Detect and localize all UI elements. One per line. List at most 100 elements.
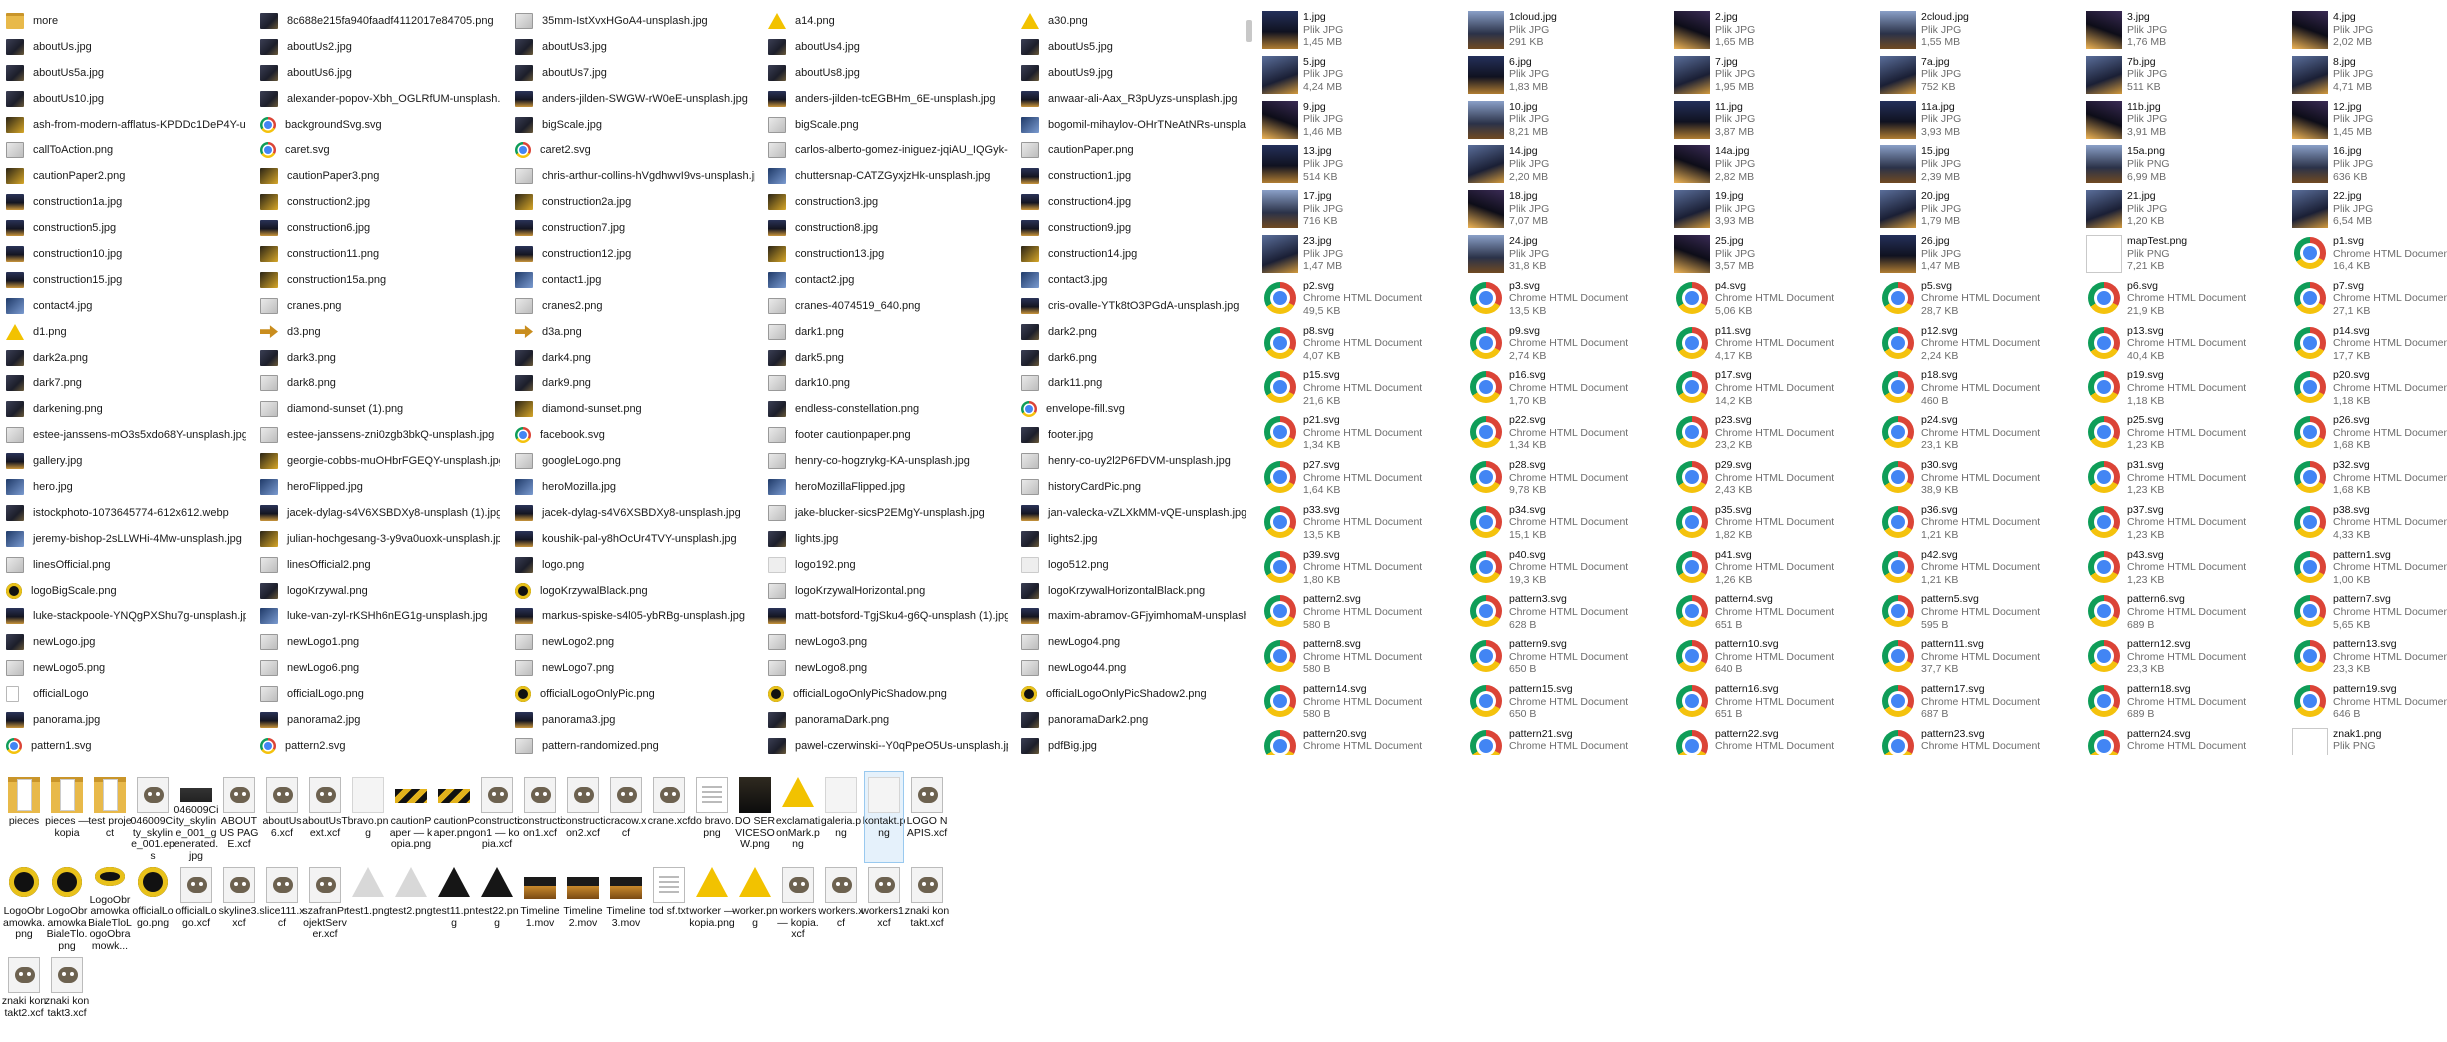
file-tile[interactable]: p15.svg Chrome HTML Document 21,6 KB [1262, 366, 1467, 411]
large-icon-item[interactable]: Timeline 2.mov [563, 862, 603, 952]
file-list-item[interactable]: contact2.jpg [768, 267, 1008, 293]
file-list-item[interactable]: footer.jpg [1021, 422, 1246, 448]
file-list-item[interactable]: cautionPaper3.png [260, 163, 500, 189]
file-list-item[interactable]: endless-constellation.png [768, 396, 1008, 422]
large-icon-item[interactable]: aboutUsText.xcf [302, 772, 348, 862]
file-list-item[interactable]: construction12.jpg [515, 241, 755, 267]
file-list-item[interactable]: koushik-pal-y8hOcUr4TVY-unsplash.jpg [515, 526, 755, 552]
file-list-item[interactable]: alexander-popov-Xbh_OGLRfUM-unsplash.jpg [260, 86, 500, 112]
large-icon-item[interactable]: officialLogo.png [132, 862, 174, 952]
file-tile[interactable]: p6.svg Chrome HTML Document 21,9 KB [2086, 277, 2291, 322]
large-icon-item[interactable]: znaki kontakt2.xcf [2, 952, 46, 1042]
file-list-item[interactable]: logo192.png [768, 552, 1008, 578]
large-icon-item[interactable]: do bravo.png [690, 772, 734, 862]
file-list-item[interactable]: dark8.png [260, 370, 500, 396]
file-list-item[interactable]: diamond-sunset (1).png [260, 396, 500, 422]
large-icon-item[interactable]: cautionPaper — kopia.png [390, 772, 432, 862]
file-tile[interactable]: p2.svg Chrome HTML Document 49,5 KB [1262, 277, 1467, 322]
file-tile[interactable]: pattern13.svg Chrome HTML Document 23,3 KB [2292, 635, 2447, 680]
file-list-item[interactable]: gallery.jpg [6, 448, 246, 474]
file-list-item[interactable]: aboutUs5a.jpg [6, 60, 246, 86]
file-list-item[interactable]: historyCardPic.png [1021, 474, 1246, 500]
file-tile[interactable]: 20.jpg Plik JPG 1,79 MB [1880, 187, 2085, 232]
file-list-item[interactable]: panoramaDark2.png [1021, 707, 1246, 733]
file-list-item[interactable]: officialLogoOnlyPicShadow2.png [1021, 681, 1246, 707]
file-tile[interactable]: p24.svg Chrome HTML Document 23,1 KB [1880, 411, 2085, 456]
file-list-item[interactable]: istockphoto-1073645774-612x612.webp [6, 500, 246, 526]
large-icon-item[interactable]: pieces [5, 772, 43, 862]
file-list-item[interactable]: more [6, 8, 246, 34]
file-tile[interactable]: p3.svg Chrome HTML Document 13,5 KB [1468, 277, 1673, 322]
file-list-item[interactable]: jan-valecka-vZLXkMM-vQE-unsplash.jpg [1021, 500, 1246, 526]
file-list-item[interactable]: pawel-czerwinski--Y0qPpeO5Us-unsplash.jp… [768, 733, 1008, 755]
file-tile[interactable]: 9.jpg Plik JPG 1,46 MB [1262, 98, 1467, 143]
file-tile[interactable]: pattern18.svg Chrome HTML Document 689 B [2086, 680, 2291, 725]
large-icon-item[interactable]: znaki kontakt.xcf [905, 862, 949, 952]
file-list-item[interactable]: darkening.png [6, 396, 246, 422]
file-tile[interactable]: pattern12.svg Chrome HTML Document 23,3 KB [2086, 635, 2291, 680]
file-list-item[interactable]: hero.jpg [6, 474, 246, 500]
file-tile[interactable]: p16.svg Chrome HTML Document 1,70 KB [1468, 366, 1673, 411]
file-list-item[interactable]: henry-co-uy2l2P6FDVM-unsplash.jpg [1021, 448, 1246, 474]
file-list-item[interactable]: construction7.jpg [515, 215, 755, 241]
file-tile[interactable]: pattern21.svg Chrome HTML Document [1468, 725, 1673, 755]
file-list-item[interactable]: cris-ovalle-YTk8tO3PGdA-unsplash.jpg [1021, 293, 1246, 319]
file-tile[interactable]: pattern24.svg Chrome HTML Document [2086, 725, 2291, 755]
file-list-item[interactable]: chuttersnap-CATZGyxjzHk-unsplash.jpg [768, 163, 1008, 189]
file-tile[interactable]: 2.jpg Plik JPG 1,65 MB [1674, 8, 1879, 53]
file-list-item[interactable]: bigScale.jpg [515, 112, 755, 138]
file-tile[interactable]: 5.jpg Plik JPG 4,24 MB [1262, 53, 1467, 98]
file-list-item[interactable]: d3.png [260, 319, 500, 345]
file-tile[interactable]: 4.jpg Plik JPG 2,02 MB [2292, 8, 2447, 53]
splitter-handle[interactable] [1246, 20, 1252, 42]
file-list-item[interactable]: newLogo.jpg [6, 629, 246, 655]
file-tile[interactable]: p14.svg Chrome HTML Document 17,7 KB [2292, 322, 2447, 367]
large-icon-item[interactable]: exclamationMark.png [776, 772, 820, 862]
large-icon-item[interactable]: DO SERVICESOW.png [735, 772, 775, 862]
file-tile[interactable]: p36.svg Chrome HTML Document 1,21 KB [1880, 501, 2085, 546]
file-tile[interactable]: 1.jpg Plik JPG 1,45 MB [1262, 8, 1467, 53]
file-list-item[interactable]: construction4.jpg [1021, 189, 1246, 215]
file-tile[interactable]: p5.svg Chrome HTML Document 28,7 KB [1880, 277, 2085, 322]
file-tile[interactable]: 15a.png Plik PNG 6,99 MB [2086, 142, 2291, 187]
large-icon-item[interactable]: workers.xcf [819, 862, 863, 952]
file-tile[interactable]: p25.svg Chrome HTML Document 1,23 KB [2086, 411, 2291, 456]
file-list-item[interactable]: construction2a.jpg [515, 189, 755, 215]
file-list-item[interactable]: heroMozillaFlipped.jpg [768, 474, 1008, 500]
file-list-item[interactable]: caret2.svg [515, 137, 755, 163]
file-list-item[interactable]: logoKrzywalBlack.png [515, 578, 755, 604]
file-list-item[interactable]: anders-jilden-SWGW-rW0eE-unsplash.jpg [515, 86, 755, 112]
file-tile[interactable]: p26.svg Chrome HTML Document 1,68 KB [2292, 411, 2447, 456]
file-list-item[interactable]: linesOfficial2.png [260, 552, 500, 578]
file-tile[interactable]: 13.jpg Plik JPG 514 KB [1262, 142, 1467, 187]
file-list-item[interactable]: dark11.png [1021, 370, 1246, 396]
file-tile[interactable]: p11.svg Chrome HTML Document 4,17 KB [1674, 322, 1879, 367]
file-list-item[interactable]: panoramaDark.png [768, 707, 1008, 733]
large-icon-item[interactable]: officialLogo.xcf [175, 862, 217, 952]
file-list-item[interactable]: facebook.svg [515, 422, 755, 448]
file-tile[interactable]: pattern15.svg Chrome HTML Document 650 B [1468, 680, 1673, 725]
file-list-item[interactable]: heroMozilla.jpg [515, 474, 755, 500]
large-icon-item[interactable]: aboutUs6.xcf [262, 772, 302, 862]
file-list-item[interactable]: dark3.png [260, 345, 500, 371]
file-tile[interactable]: 10.jpg Plik JPG 8,21 MB [1468, 98, 1673, 143]
file-tile[interactable]: 18.jpg Plik JPG 7,07 MB [1468, 187, 1673, 232]
file-tile[interactable]: p33.svg Chrome HTML Document 13,5 KB [1262, 501, 1467, 546]
file-list-item[interactable]: aboutUs5.jpg [1021, 34, 1246, 60]
file-tile[interactable]: p9.svg Chrome HTML Document 2,74 KB [1468, 322, 1673, 367]
file-tile[interactable]: p28.svg Chrome HTML Document 9,78 KB [1468, 456, 1673, 501]
file-tile[interactable]: 21.jpg Plik JPG 1,20 KB [2086, 187, 2291, 232]
file-tile[interactable]: pattern17.svg Chrome HTML Document 687 B [1880, 680, 2085, 725]
file-tile[interactable]: pattern14.svg Chrome HTML Document 580 B [1262, 680, 1467, 725]
file-tile[interactable]: pattern1.svg Chrome HTML Document 1,00 KB [2292, 546, 2447, 591]
file-tile[interactable]: 19.jpg Plik JPG 3,93 MB [1674, 187, 1879, 232]
file-list-item[interactable]: logoBigScale.png [6, 578, 246, 604]
file-tile[interactable]: p23.svg Chrome HTML Document 23,2 KB [1674, 411, 1879, 456]
file-tile[interactable]: p29.svg Chrome HTML Document 2,43 KB [1674, 456, 1879, 501]
file-tile[interactable]: pattern10.svg Chrome HTML Document 640 B [1674, 635, 1879, 680]
file-list-item[interactable]: aboutUs10.jpg [6, 86, 246, 112]
file-list-item[interactable]: dark6.png [1021, 345, 1246, 371]
large-icon-item[interactable]: tod sf.txt [649, 862, 689, 952]
file-tile[interactable]: p41.svg Chrome HTML Document 1,26 KB [1674, 546, 1879, 591]
file-tile[interactable]: 7a.jpg Plik JPG 752 KB [1880, 53, 2085, 98]
